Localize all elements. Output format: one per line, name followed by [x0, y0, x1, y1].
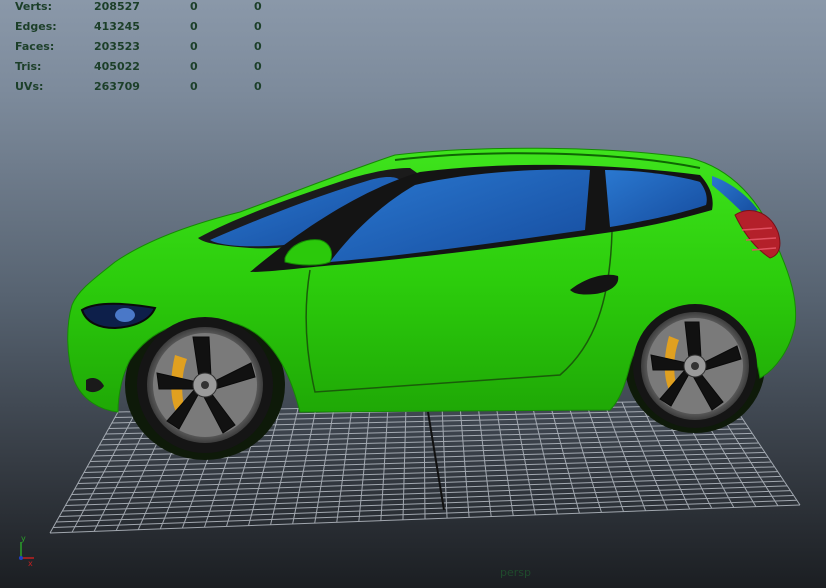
- x-axis-label: x: [28, 559, 33, 566]
- scene: [49, 147, 801, 534]
- camera-name-label: persp: [500, 566, 531, 579]
- z-axis-icon: [19, 556, 23, 560]
- front-wheel: [137, 317, 273, 453]
- rear-wheel: [633, 304, 757, 428]
- car-model[interactable]: [67, 147, 797, 460]
- y-axis-label: y: [21, 536, 26, 543]
- headlight-lens: [115, 308, 135, 322]
- axis-gizmo: y x: [8, 534, 38, 568]
- perspective-viewport[interactable]: Verts: 208527 0 0 Edges: 413245 0 0 Face…: [0, 0, 826, 588]
- grid-line: [423, 405, 426, 520]
